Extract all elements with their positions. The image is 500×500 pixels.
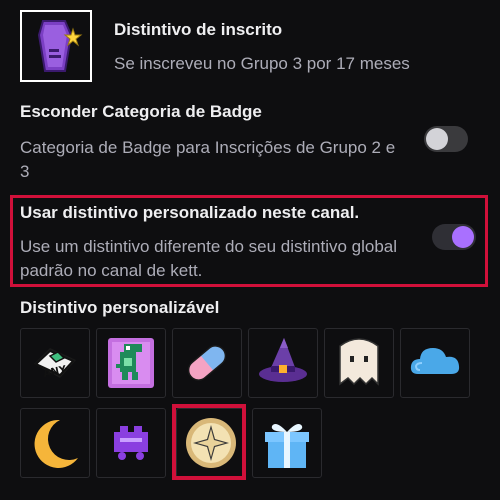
badge-option-cloud[interactable] xyxy=(400,328,470,398)
witch-hat-icon xyxy=(259,338,307,382)
hide-category-title: Esconder Categoria de Badge xyxy=(20,102,262,121)
badge-subtitle: Se inscreveu no Grupo 3 por 17 meses xyxy=(114,54,410,73)
badge-option-witch-hat[interactable] xyxy=(248,328,318,398)
badge-option-pixel-dino[interactable] xyxy=(96,328,166,398)
gift-box-icon xyxy=(265,424,309,468)
custom-badge-title: Usar distintivo personalizado neste cana… xyxy=(20,203,360,222)
toggle-knob xyxy=(452,226,474,248)
badge-option-pill[interactable] xyxy=(172,328,242,398)
badge-option-gold-coin[interactable] xyxy=(176,408,246,478)
custom-badge-description: Use um distintivo diferente do seu disti… xyxy=(20,237,398,280)
toggle-knob xyxy=(426,128,448,150)
current-badge xyxy=(20,10,92,82)
badge-title: Distintivo de inscrito xyxy=(114,20,283,39)
custom-badge-toggle[interactable] xyxy=(432,224,476,250)
ghost-icon xyxy=(339,338,379,386)
any-key-icon: ANY xyxy=(34,348,76,380)
hide-category-toggle[interactable] xyxy=(424,126,468,152)
cloud-icon xyxy=(410,348,460,374)
badge-settings-panel: Distintivo de inscrito Se inscreveu no G… xyxy=(0,0,500,500)
badge-option-moon[interactable] xyxy=(20,408,90,478)
hide-category-description: Categoria de Badge para Inscrições de Gr… xyxy=(20,138,396,181)
badge-option-gift[interactable] xyxy=(252,408,322,478)
purple-cart-icon xyxy=(114,426,148,460)
crescent-moon-icon xyxy=(34,419,78,468)
badge-option-cart[interactable] xyxy=(96,408,166,478)
badge-option-ghost[interactable] xyxy=(324,328,394,398)
badge-option-any-key[interactable]: ANY xyxy=(20,328,90,398)
gold-star-coin-icon xyxy=(186,418,236,468)
pixel-dino-icon xyxy=(108,338,154,388)
purple-coffin-star-icon xyxy=(37,20,83,72)
pill-capsule-icon xyxy=(187,345,227,381)
customizable-badges-title: Distintivo personalizável xyxy=(20,298,220,317)
